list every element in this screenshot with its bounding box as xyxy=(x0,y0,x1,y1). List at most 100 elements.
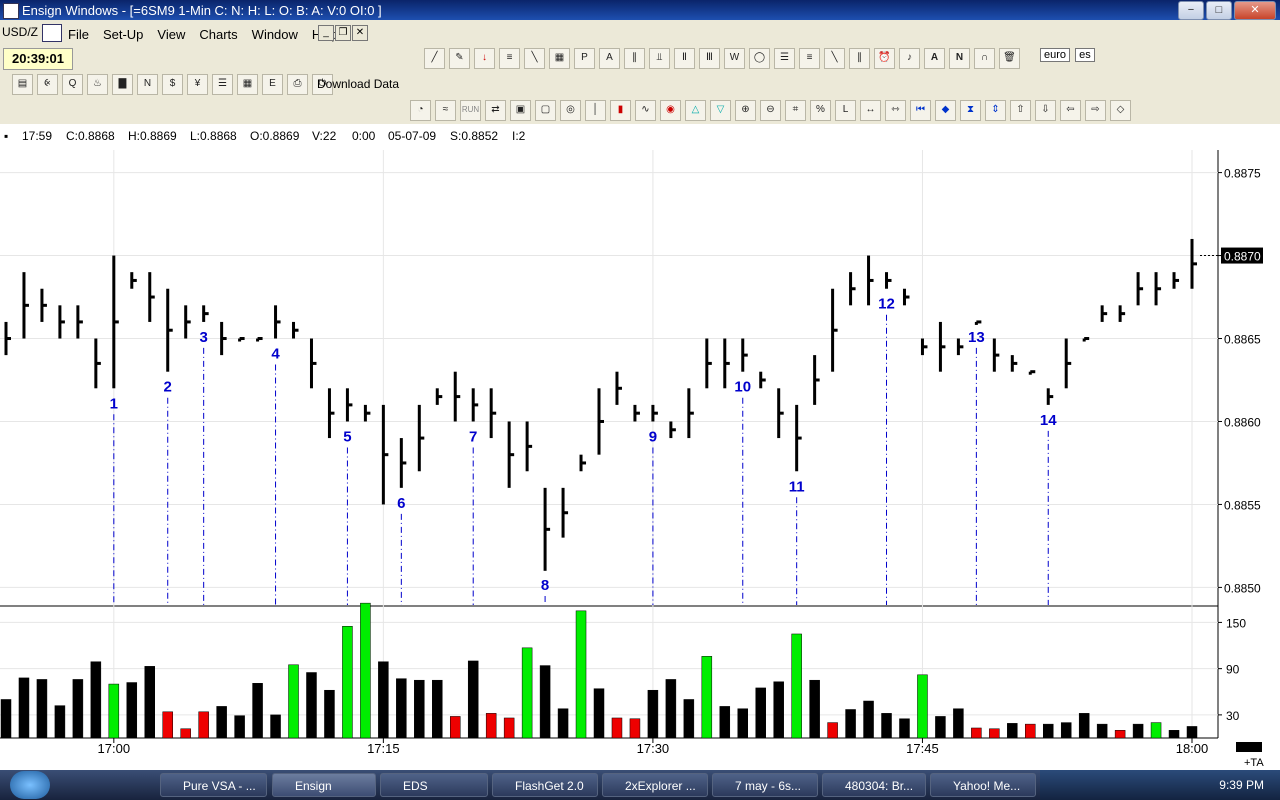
tab-euro[interactable]: euro xyxy=(1040,48,1071,62)
percent-icon[interactable]: % xyxy=(810,100,831,121)
minimize-button[interactable]: − xyxy=(1178,1,1204,20)
task-2xexplorer[interactable]: 2xExplorer ... xyxy=(602,773,708,797)
price-bar-tick xyxy=(1030,370,1036,374)
yen-icon[interactable]: ¥ xyxy=(187,74,208,95)
unlock-icon[interactable]: ▢ xyxy=(535,100,556,121)
quote-icon[interactable]: Q xyxy=(62,74,83,95)
layout-icon[interactable]: ▤ xyxy=(12,74,33,95)
hierarchy-icon[interactable]: ⨴ xyxy=(37,74,58,95)
menu-file[interactable]: File xyxy=(66,25,91,44)
up-down-icon[interactable]: ⇕ xyxy=(985,100,1006,121)
zoom-out-icon[interactable]: ⊖ xyxy=(760,100,781,121)
task-480304[interactable]: 480304: Br... xyxy=(822,773,926,797)
mdi-close-button[interactable]: ✕ xyxy=(352,25,368,41)
mdi-restore-button[interactable]: ❐ xyxy=(335,25,351,41)
pencil-icon[interactable]: ✎ xyxy=(449,48,470,69)
cycles-icon[interactable]: Ⅱ xyxy=(674,48,695,69)
volume-bar xyxy=(342,626,353,739)
price-bar-tick xyxy=(257,337,263,341)
line-style-icon[interactable]: ∿ xyxy=(635,100,656,121)
line-tool-icon[interactable]: ╱ xyxy=(424,48,445,69)
task-7may[interactable]: 7 may - 6s... xyxy=(712,773,818,797)
wave-icon[interactable]: W xyxy=(724,48,745,69)
fan-icon[interactable]: ╲ xyxy=(524,48,545,69)
magnet-icon[interactable]: ∩ xyxy=(974,48,995,69)
run-button[interactable]: RUN xyxy=(460,100,481,121)
price-bar-tick xyxy=(113,320,119,324)
bell-icon[interactable]: ♪ xyxy=(899,48,920,69)
target-icon[interactable]: ◎ xyxy=(560,100,581,121)
news-icon[interactable]: N xyxy=(137,74,158,95)
maximize-button[interactable]: □ xyxy=(1206,1,1232,20)
price-bar-tick xyxy=(958,345,964,349)
alarm-icon[interactable]: ⏰ xyxy=(874,48,895,69)
text-box-icon[interactable]: A xyxy=(599,48,620,69)
mdi-minimize-button[interactable]: _ xyxy=(318,25,334,41)
menu-setup[interactable]: Set-Up xyxy=(101,25,145,44)
annotation-label: 9 xyxy=(649,428,657,445)
menu-window[interactable]: Window xyxy=(250,25,300,44)
task-pure-vsa[interactable]: Pure VSA - ... xyxy=(160,773,267,797)
price-bar-tick xyxy=(1048,395,1054,399)
lock-icon[interactable]: ▣ xyxy=(510,100,531,121)
arrows-icon[interactable]: ⇄ xyxy=(485,100,506,121)
dollar-icon[interactable]: $ xyxy=(162,74,183,95)
task-ensign[interactable]: Ensign xyxy=(272,773,376,797)
hourglass-icon[interactable]: ⧗ xyxy=(960,100,981,121)
price-bar-tick xyxy=(688,411,694,415)
arrow-up-icon[interactable]: ⇧ xyxy=(1010,100,1031,121)
bar-style-icon[interactable]: │ xyxy=(585,100,606,121)
menu-charts[interactable]: Charts xyxy=(197,25,239,44)
zoom-in-icon[interactable]: ⊕ xyxy=(735,100,756,121)
arrow-down-red-icon[interactable]: ↓ xyxy=(474,48,495,69)
fibonacci-icon[interactable]: ≡ xyxy=(499,48,520,69)
circle-icon[interactable]: ◯ xyxy=(749,48,770,69)
horizontal-lines-icon[interactable]: ≡ xyxy=(799,48,820,69)
bar-chart-icon[interactable]: ▇ xyxy=(112,74,133,95)
color-wheel-icon[interactable]: ◉ xyxy=(660,100,681,121)
fire-icon[interactable]: ♨ xyxy=(87,74,108,95)
scroll-both-icon[interactable]: ◆ xyxy=(935,100,956,121)
price-volume-chart[interactable]: 1234567891011121314 0.88750.88700.88650.… xyxy=(0,150,1280,770)
task-eds[interactable]: EDS xyxy=(380,773,488,797)
triangle-up-icon[interactable]: △ xyxy=(685,100,706,121)
zoom-box-icon[interactable]: ⌗ xyxy=(785,100,806,121)
pitchfork-icon[interactable]: ⫫ xyxy=(649,48,670,69)
text-a-icon[interactable]: A xyxy=(924,48,945,69)
espl-icon[interactable]: E xyxy=(262,74,283,95)
arrow-down-icon[interactable]: ⇩ xyxy=(1035,100,1056,121)
volume-bar xyxy=(288,664,299,739)
waves-icon[interactable]: ≈ xyxy=(435,100,456,121)
parallel-icon[interactable]: ∥ xyxy=(849,48,870,69)
scroll-left-end-icon[interactable]: ⏮ xyxy=(910,100,931,121)
info-settle: S:0.8852 xyxy=(450,129,499,143)
candle-icon[interactable]: ▮ xyxy=(610,100,631,121)
triangle-down-icon[interactable]: ▽ xyxy=(710,100,731,121)
reset-icon[interactable]: ◇ xyxy=(1110,100,1131,121)
volume-bar xyxy=(773,681,784,739)
diagonal-icon[interactable]: ╲ xyxy=(824,48,845,69)
print-icon[interactable]: ⎙ xyxy=(287,74,308,95)
start-button[interactable] xyxy=(10,771,50,799)
channel-icon[interactable]: ∥ xyxy=(624,48,645,69)
arrow-left-icon[interactable]: ⇦ xyxy=(1060,100,1081,121)
levels-icon[interactable]: ☰ xyxy=(774,48,795,69)
task-yahoo[interactable]: Yahoo! Me... xyxy=(930,773,1036,797)
gauge-icon[interactable]: ◔ xyxy=(410,100,431,121)
trash-icon[interactable]: 🗑 xyxy=(999,48,1020,69)
log-icon[interactable]: L xyxy=(835,100,856,121)
task-flashget[interactable]: FlashGet 2.0 xyxy=(492,773,598,797)
close-button[interactable]: ✕ xyxy=(1234,1,1276,20)
calculator-icon[interactable]: ▦ xyxy=(237,74,258,95)
page-icon[interactable]: ☰ xyxy=(212,74,233,95)
text-n-icon[interactable]: N xyxy=(949,48,970,69)
expand-icon[interactable]: ⇿ xyxy=(885,100,906,121)
compress-icon[interactable]: ↔ xyxy=(860,100,881,121)
p-box-icon[interactable]: P xyxy=(574,48,595,69)
arrow-right-icon[interactable]: ⇨ xyxy=(1085,100,1106,121)
menu-view[interactable]: View xyxy=(155,25,187,44)
tab-es[interactable]: es xyxy=(1075,48,1095,62)
cycle-lines-icon[interactable]: Ⅲ xyxy=(699,48,720,69)
grid-icon[interactable]: ▦ xyxy=(549,48,570,69)
download-data-button[interactable]: Download Data xyxy=(317,77,399,91)
